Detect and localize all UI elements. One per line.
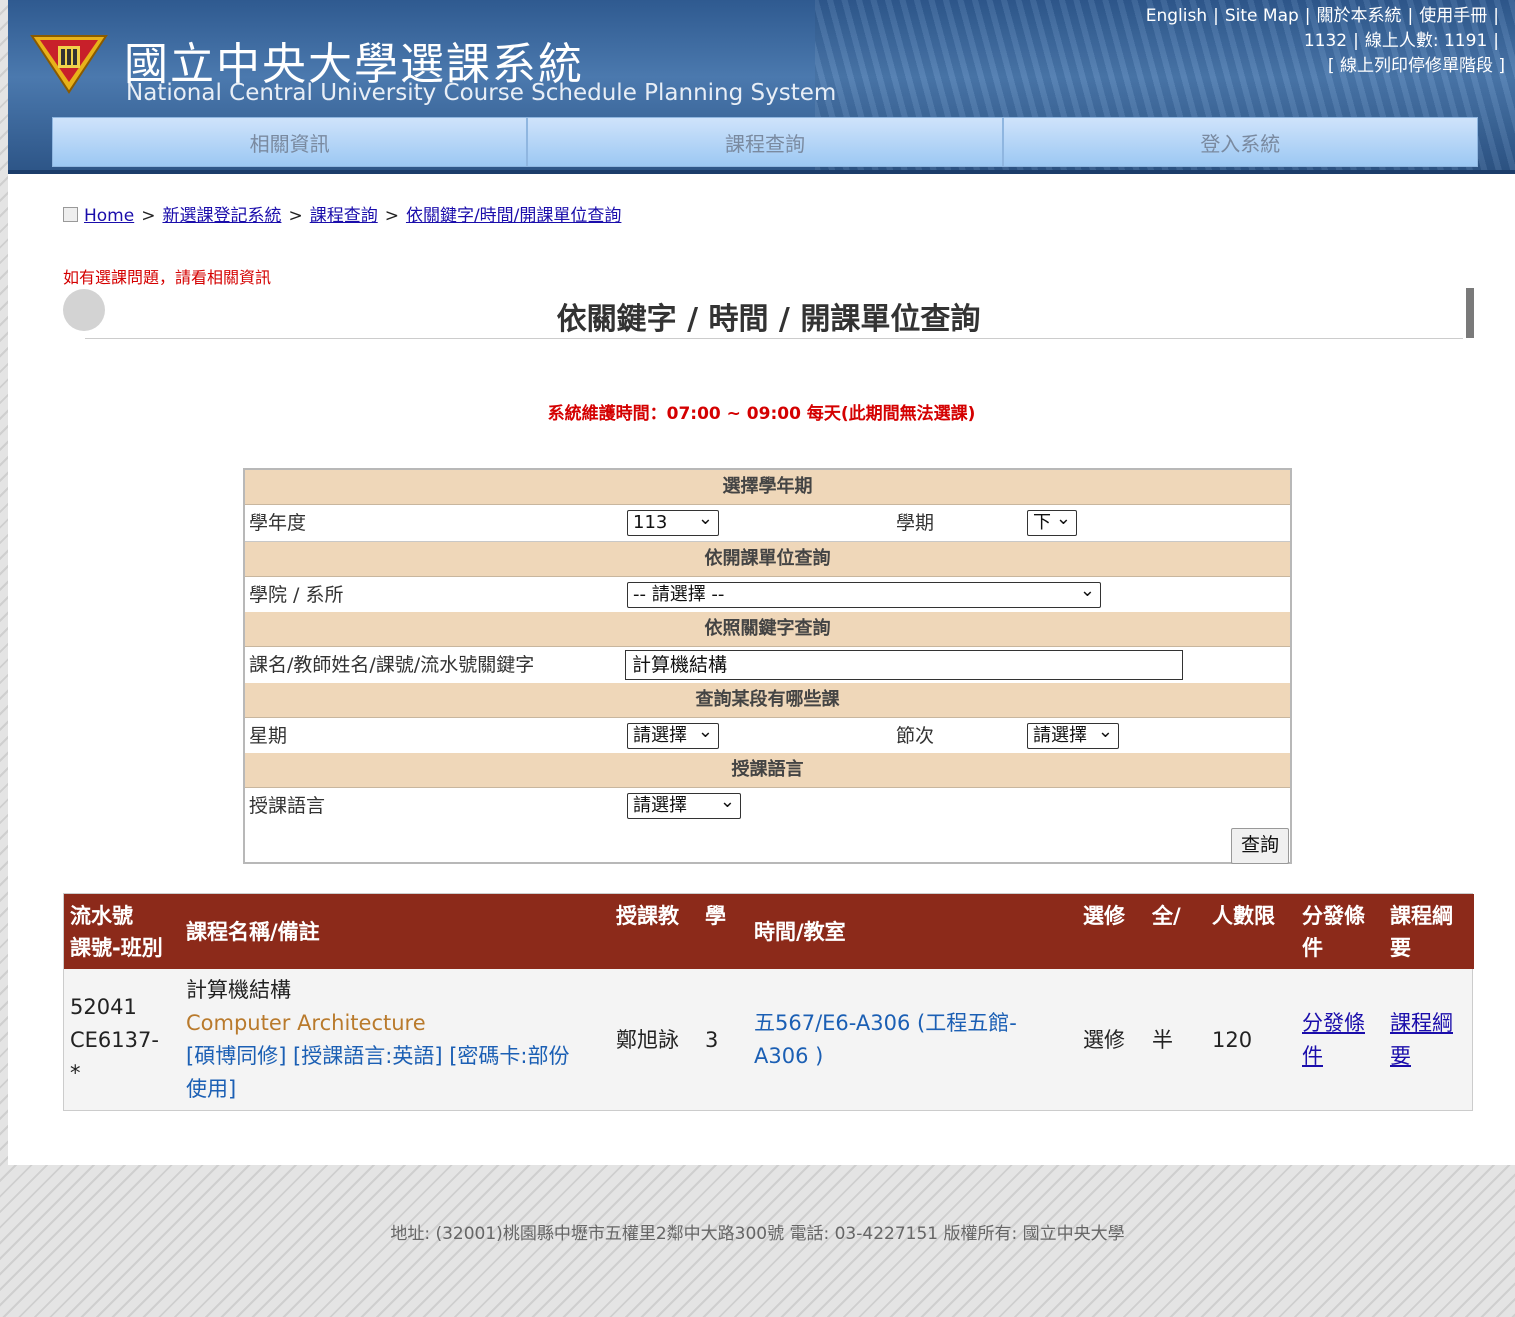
breadcrumb-home[interactable]: Home <box>84 206 134 226</box>
cell-type: 選修 <box>1083 1028 1125 1052</box>
dept-select[interactable]: -- 請選擇 -- <box>627 579 1101 608</box>
condition-link-line-1[interactable]: 分發條 <box>1302 1011 1365 1035</box>
english-link[interactable]: English <box>1146 6 1207 26</box>
cell-info-1: [碩博同修] [授課語言:英語] [密碼卡:部份 <box>186 1044 570 1068</box>
cell-time-room-2: A306 ) <box>754 1044 824 1068</box>
outline-link-line-1[interactable]: 課程綱 <box>1390 1011 1453 1035</box>
dept-heading: 依開課單位查詢 <box>245 542 1290 577</box>
query-button[interactable]: 查詢 <box>1231 828 1289 864</box>
cell-code: CE6137- <box>70 1028 159 1052</box>
section-header: 依關鍵字 / 時間 / 開課單位查詢 <box>63 288 1474 340</box>
about-link[interactable]: 關於本系統 <box>1317 6 1402 26</box>
term-select[interactable]: 下 <box>1027 507 1077 536</box>
cell-teacher: 鄭旭詠 <box>616 1028 679 1052</box>
manual-link[interactable]: 使用手冊 <box>1419 6 1487 26</box>
header-teacher: 授課教師 <box>616 904 679 928</box>
cell-limit: 120 <box>1212 1028 1253 1052</box>
keyword-heading: 依照關鍵字查詢 <box>245 612 1290 647</box>
language-row: 授課語言 請選擇 <box>245 788 1290 824</box>
condition-link[interactable]: 分發條 件 <box>1302 1007 1374 1073</box>
nav-course-query[interactable]: 課程查詢 <box>527 117 1003 167</box>
language-heading: 授課語言 <box>245 753 1290 788</box>
top-links: English | Site Map | 關於本系統 | 使用手冊 | 1132 | 線上人數: … <box>1145 6 1505 76</box>
year-label: 學年度 <box>249 512 307 534</box>
cell-time-room-1: 五567/E6-A306 (工程五館- <box>754 1011 1017 1035</box>
condition-link-line-2[interactable]: 件 <box>1302 1044 1323 1068</box>
section-bar <box>1466 288 1474 338</box>
cell-half: 半 <box>1152 1028 1173 1052</box>
header-divider <box>8 170 1515 174</box>
time-heading: 查詢某段有哪些課 <box>245 683 1290 718</box>
nav-login[interactable]: 登入系統 <box>1002 117 1478 167</box>
results-header: 流水號 課號-班別 課程名稱/備註 授課教師 學分 時間/教室 選修別 全/半 … <box>64 894 1474 969</box>
outline-link-line-2[interactable]: 要 <box>1390 1044 1411 1068</box>
keyword-input[interactable]: 計算機結構 <box>625 650 1183 680</box>
header-condition: 分發條件 <box>1302 904 1365 960</box>
cell-name-zh: 計算機結構 <box>186 978 291 1002</box>
breadcrumb-query[interactable]: 課程查詢 <box>310 206 378 226</box>
semester-code: 1132 <box>1303 31 1348 51</box>
header-type: 選修別 <box>1083 904 1125 928</box>
maintenance-notice: 系統維護時間：07:00 ~ 09:00 每天(此期間無法選課) <box>547 404 976 424</box>
section-divider <box>85 338 1463 339</box>
university-logo <box>30 35 108 94</box>
breadcrumb-current[interactable]: 依關鍵字/時間/開課單位查詢 <box>406 206 621 226</box>
language-select[interactable]: 請選擇 <box>627 790 741 819</box>
breadcrumb-icon <box>63 207 78 222</box>
cell-info-2: 使用] <box>186 1077 237 1101</box>
cell-name-en: Computer Architecture <box>186 1011 426 1035</box>
page: 國立中央大學選課系統 National Central University C… <box>8 0 1515 1165</box>
page-title: 依關鍵字 / 時間 / 開課單位查詢 <box>556 302 981 337</box>
nav-info[interactable]: 相關資訊 <box>52 117 528 167</box>
outline-link[interactable]: 課程綱 要 <box>1390 1007 1462 1073</box>
cell-serial: 52041 <box>70 995 137 1019</box>
header: 國立中央大學選課系統 National Central University C… <box>8 0 1515 172</box>
stage-text: [ 線上列印停修單階段 ] <box>1327 56 1505 76</box>
header-time: 時間/教室 <box>754 920 846 944</box>
site-subtitle: National Central University Course Sched… <box>126 80 837 106</box>
header-serial: 流水號 <box>70 904 133 928</box>
cell-class: * <box>70 1061 81 1085</box>
breadcrumb-system[interactable]: 新選課登記系統 <box>162 206 281 226</box>
semester-row: 學年度 113 學期 下 <box>245 505 1290 542</box>
period-select[interactable]: 請選擇 <box>1027 720 1119 749</box>
term-label: 學期 <box>896 512 935 534</box>
site-map-link[interactable]: Site Map <box>1225 6 1299 26</box>
header-name: 課程名稱/備註 <box>186 920 320 944</box>
time-row: 星期 請選擇 節次 請選擇 <box>245 718 1290 755</box>
period-label: 節次 <box>896 725 935 747</box>
main-nav: 相關資訊 課程查詢 登入系統 <box>52 117 1478 167</box>
notice-text: 如有選課問題，請看相關資訊 <box>63 268 272 287</box>
online-count: 線上人數: 1191 <box>1364 31 1488 51</box>
header-half: 全/半 <box>1152 904 1181 928</box>
semester-heading: 選擇學年期 <box>245 470 1290 505</box>
results-table: 流水號 課號-班別 課程名稱/備註 授課教師 學分 時間/教室 選修別 全/半 … <box>63 893 1474 1111</box>
header-outline: 課程綱要 <box>1390 904 1453 960</box>
dept-row: 學院 / 系所 -- 請選擇 -- <box>245 577 1290 614</box>
cell-credit: 3 <box>705 1028 719 1052</box>
search-form: 選擇學年期 學年度 113 學期 下 依開課單位查詢 學院 / 系所 -- 請選… <box>243 468 1292 864</box>
dept-label: 學院 / 系所 <box>249 584 344 606</box>
keyword-row: 課名/教師姓名/課號/流水號關鍵字 計算機結構 <box>245 647 1290 684</box>
keyword-label: 課名/教師姓名/課號/流水號關鍵字 <box>249 654 535 676</box>
breadcrumb: Home > 新選課登記系統 > 課程查詢 > 依關鍵字/時間/開課單位查詢 <box>63 201 621 226</box>
day-label: 星期 <box>249 725 288 747</box>
header-credit: 學分 <box>705 904 726 928</box>
language-label: 授課語言 <box>249 795 326 817</box>
year-select[interactable]: 113 <box>627 507 719 536</box>
footer-text: 地址: (32001)桃園縣中壢市五權里2鄰中大路300號 電話: 03-422… <box>390 1224 1125 1244</box>
header-code: 課號-班別 <box>70 936 163 960</box>
day-select[interactable]: 請選擇 <box>627 720 719 749</box>
header-limit: 人數限制 <box>1212 904 1275 928</box>
